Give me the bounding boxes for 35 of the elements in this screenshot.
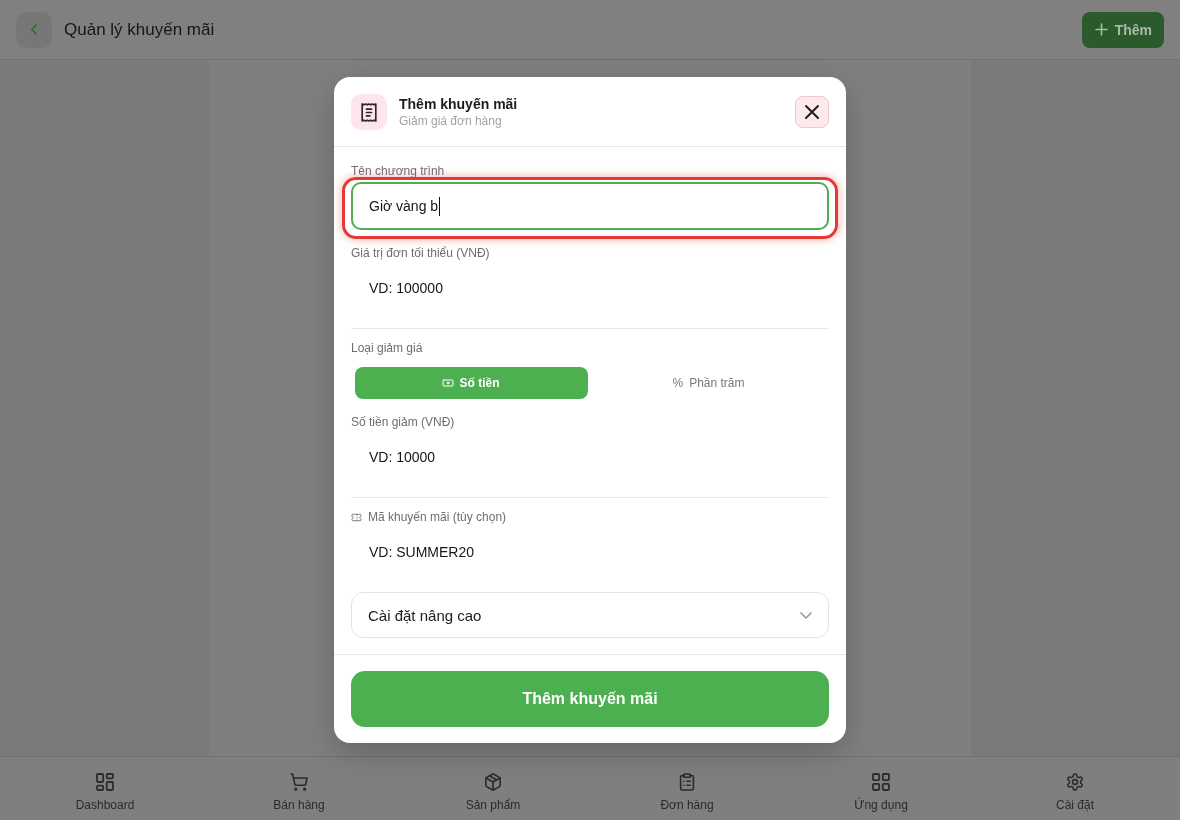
field-label: Số tiền giảm (VNĐ) — [351, 415, 455, 429]
settings-icon — [1067, 773, 1083, 790]
clipboard-icon — [679, 773, 695, 790]
plus-icon — [1095, 24, 1107, 35]
advanced-settings-toggle[interactable]: Cài đặt nâng cao — [351, 592, 829, 638]
text-cursor-icon — [439, 196, 441, 216]
ticket-icon — [351, 513, 362, 521]
segment-option[interactable]: % Phần trăm — [592, 367, 825, 399]
nav-item[interactable]: Đơn hàng — [660, 757, 714, 820]
field-label: Mã khuyến mãi (tùy chọn) — [368, 510, 507, 524]
nav-item[interactable]: Dashboard — [75, 757, 135, 820]
nav-item[interactable]: Cài đặt — [1056, 757, 1094, 820]
receipt-icon — [351, 94, 387, 130]
dialog-title: Thêm khuyến mãi — [399, 95, 519, 113]
dialog-subtitle: Giảm giá đơn hàng — [399, 113, 503, 129]
nav-item[interactable]: Bán hàng — [273, 757, 325, 820]
banknote-icon — [443, 380, 454, 386]
segment-option[interactable]: Số tiền — [355, 367, 588, 399]
cart-icon — [291, 773, 307, 790]
chevron-left-icon — [31, 24, 37, 35]
field-label: Loại giảm giá — [351, 341, 423, 355]
close-button[interactable] — [795, 96, 829, 128]
tiles-icon — [97, 773, 113, 790]
percent-sign: % — [672, 376, 684, 390]
text-input[interactable]: Giờ vàng b — [351, 182, 829, 230]
grid-icon — [873, 773, 889, 790]
cube-icon — [485, 773, 501, 790]
page-title: Quản lý khuyến mãi — [64, 19, 216, 40]
close-icon — [806, 106, 818, 118]
nav-item[interactable]: Sản phẩm — [465, 757, 521, 820]
nav-item[interactable]: Ứng dụng — [854, 757, 908, 820]
field-label: Tên chương trình — [351, 164, 445, 178]
add-button[interactable]: Thêm — [1081, 11, 1164, 48]
field-label: Giá trị đơn tối thiểu (VNĐ) — [351, 246, 490, 260]
submit-button[interactable]: Thêm khuyến mãi — [351, 671, 829, 727]
